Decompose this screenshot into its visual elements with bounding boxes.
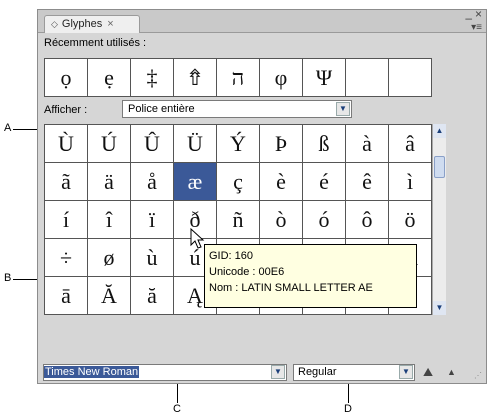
panel-titlebar: ◇ Glyphes × – × ▾≡ bbox=[38, 7, 486, 33]
glyph-cell[interactable]: í bbox=[45, 201, 88, 239]
callout-b: B bbox=[4, 272, 12, 284]
glyph-cell[interactable]: ø bbox=[88, 239, 131, 277]
recent-glyph-cell[interactable]: ⇮ bbox=[174, 59, 217, 97]
pointer-cursor-icon bbox=[190, 228, 205, 249]
glyph-cell[interactable]: ì bbox=[389, 163, 432, 201]
glyph-cell[interactable]: Þ bbox=[260, 125, 303, 163]
recent-glyph-cell[interactable] bbox=[389, 59, 432, 97]
font-family-select[interactable]: Times New Roman ▼ bbox=[43, 364, 287, 381]
tooltip-unicode: Unicode : 00E6 bbox=[209, 266, 285, 278]
chevron-down-icon[interactable]: ▼ bbox=[336, 102, 350, 116]
recent-glyphs-grid: ọ ẹ ‡ ⇮ ה φ Ψ bbox=[44, 58, 432, 97]
font-style-select[interactable]: Regular ▼ bbox=[293, 364, 415, 381]
glyph-cell[interactable]: ï bbox=[131, 201, 174, 239]
glyph-cell[interactable]: æ bbox=[174, 163, 217, 201]
glyphs-panel: ◇ Glyphes × – × ▾≡ Récemment utilisés : ọẹ… bbox=[37, 7, 487, 384]
glyph-cell[interactable]: Ù bbox=[45, 125, 88, 163]
arrow-down-icon[interactable]: ▼ bbox=[433, 301, 446, 315]
glyph-cell[interactable]: ā bbox=[45, 277, 88, 315]
font-style-value: Regular bbox=[298, 366, 337, 378]
show-select[interactable]: Police entière ▼ bbox=[122, 100, 352, 118]
glyph-cell[interactable]: Ý bbox=[217, 125, 260, 163]
scrollbar-thumb[interactable] bbox=[434, 156, 445, 178]
glyph-cell[interactable]: é bbox=[303, 163, 346, 201]
recent-label: Récemment utilisés : bbox=[44, 37, 147, 49]
glyph-cell[interactable]: î bbox=[88, 201, 131, 239]
glyph-cell[interactable]: Û bbox=[131, 125, 174, 163]
recent-glyph-cell[interactable]: ẹ bbox=[88, 59, 131, 97]
show-select-value: Police entière bbox=[128, 103, 195, 115]
window-close-icon[interactable]: × bbox=[475, 7, 482, 21]
glyph-cell[interactable]: ö bbox=[389, 201, 432, 239]
tab-glyphes[interactable]: ◇ Glyphes × bbox=[44, 15, 140, 33]
recent-glyph-cell[interactable]: ה bbox=[217, 59, 260, 97]
chevron-down-icon[interactable]: ▼ bbox=[271, 365, 285, 379]
tooltip-name: Nom : LATIN SMALL LETTER AE bbox=[209, 282, 373, 294]
mountain-small-icon[interactable]: ▲ bbox=[447, 367, 456, 377]
glyph-cell[interactable]: ô bbox=[346, 201, 389, 239]
glyph-cell[interactable]: Ú bbox=[88, 125, 131, 163]
callout-c-line bbox=[177, 381, 178, 403]
mountain-large-icon[interactable]: ⛰ bbox=[423, 365, 433, 380]
callout-d: D bbox=[344, 403, 352, 415]
glyph-tooltip: GID: 160 Unicode : 00E6 Nom : LATIN SMAL… bbox=[204, 244, 417, 308]
glyph-cell[interactable]: ò bbox=[260, 201, 303, 239]
tooltip-gid: GID: 160 bbox=[209, 250, 254, 262]
resize-grip-icon[interactable]: ⋰ bbox=[474, 371, 482, 380]
glyph-cell[interactable]: ÷ bbox=[45, 239, 88, 277]
show-label: Afficher : bbox=[44, 104, 88, 116]
chevron-down-icon[interactable]: ▼ bbox=[399, 365, 413, 379]
glyph-cell[interactable]: ä bbox=[88, 163, 131, 201]
callout-c: C bbox=[173, 403, 181, 415]
glyph-cell[interactable]: ê bbox=[346, 163, 389, 201]
recent-glyph-cell[interactable] bbox=[346, 59, 389, 97]
tab-close-icon[interactable]: × bbox=[107, 18, 113, 30]
glyph-cell[interactable]: ù bbox=[131, 239, 174, 277]
callout-a: A bbox=[4, 122, 12, 134]
recent-glyph-cell[interactable]: ọ bbox=[45, 59, 88, 97]
glyph-cell[interactable]: Ă bbox=[88, 277, 131, 315]
glyph-cell[interactable]: ă bbox=[131, 277, 174, 315]
callout-d-line bbox=[348, 381, 349, 403]
arrow-up-icon[interactable]: ▲ bbox=[433, 124, 446, 138]
panel-bottombar: Times New Roman ▼ Regular ▼ ⛰ ▲ ⋰ bbox=[38, 362, 486, 383]
glyph-cell[interactable]: ç bbox=[217, 163, 260, 201]
glyph-scrollbar[interactable]: ▲ ▼ bbox=[432, 124, 446, 315]
glyph-cell[interactable]: à bbox=[346, 125, 389, 163]
panel-menu-icon[interactable]: ▾≡ bbox=[471, 22, 482, 33]
font-family-value: Times New Roman bbox=[44, 366, 140, 378]
tab-title: Glyphes bbox=[61, 18, 103, 30]
glyph-cell[interactable]: Ü bbox=[174, 125, 217, 163]
glyph-cell[interactable]: ã bbox=[45, 163, 88, 201]
recent-glyph-cell[interactable]: Ψ bbox=[303, 59, 346, 97]
glyph-cell[interactable]: ß bbox=[303, 125, 346, 163]
panel-diamond-icon: ◇ bbox=[51, 19, 58, 29]
glyph-cell[interactable]: å bbox=[131, 163, 174, 201]
recent-glyph-cell[interactable]: ‡ bbox=[131, 59, 174, 97]
glyph-cell[interactable]: ó bbox=[303, 201, 346, 239]
glyph-cell[interactable]: è bbox=[260, 163, 303, 201]
recent-glyph-cell[interactable]: φ bbox=[260, 59, 303, 97]
glyph-cell[interactable]: â bbox=[389, 125, 432, 163]
glyph-cell[interactable]: ñ bbox=[217, 201, 260, 239]
